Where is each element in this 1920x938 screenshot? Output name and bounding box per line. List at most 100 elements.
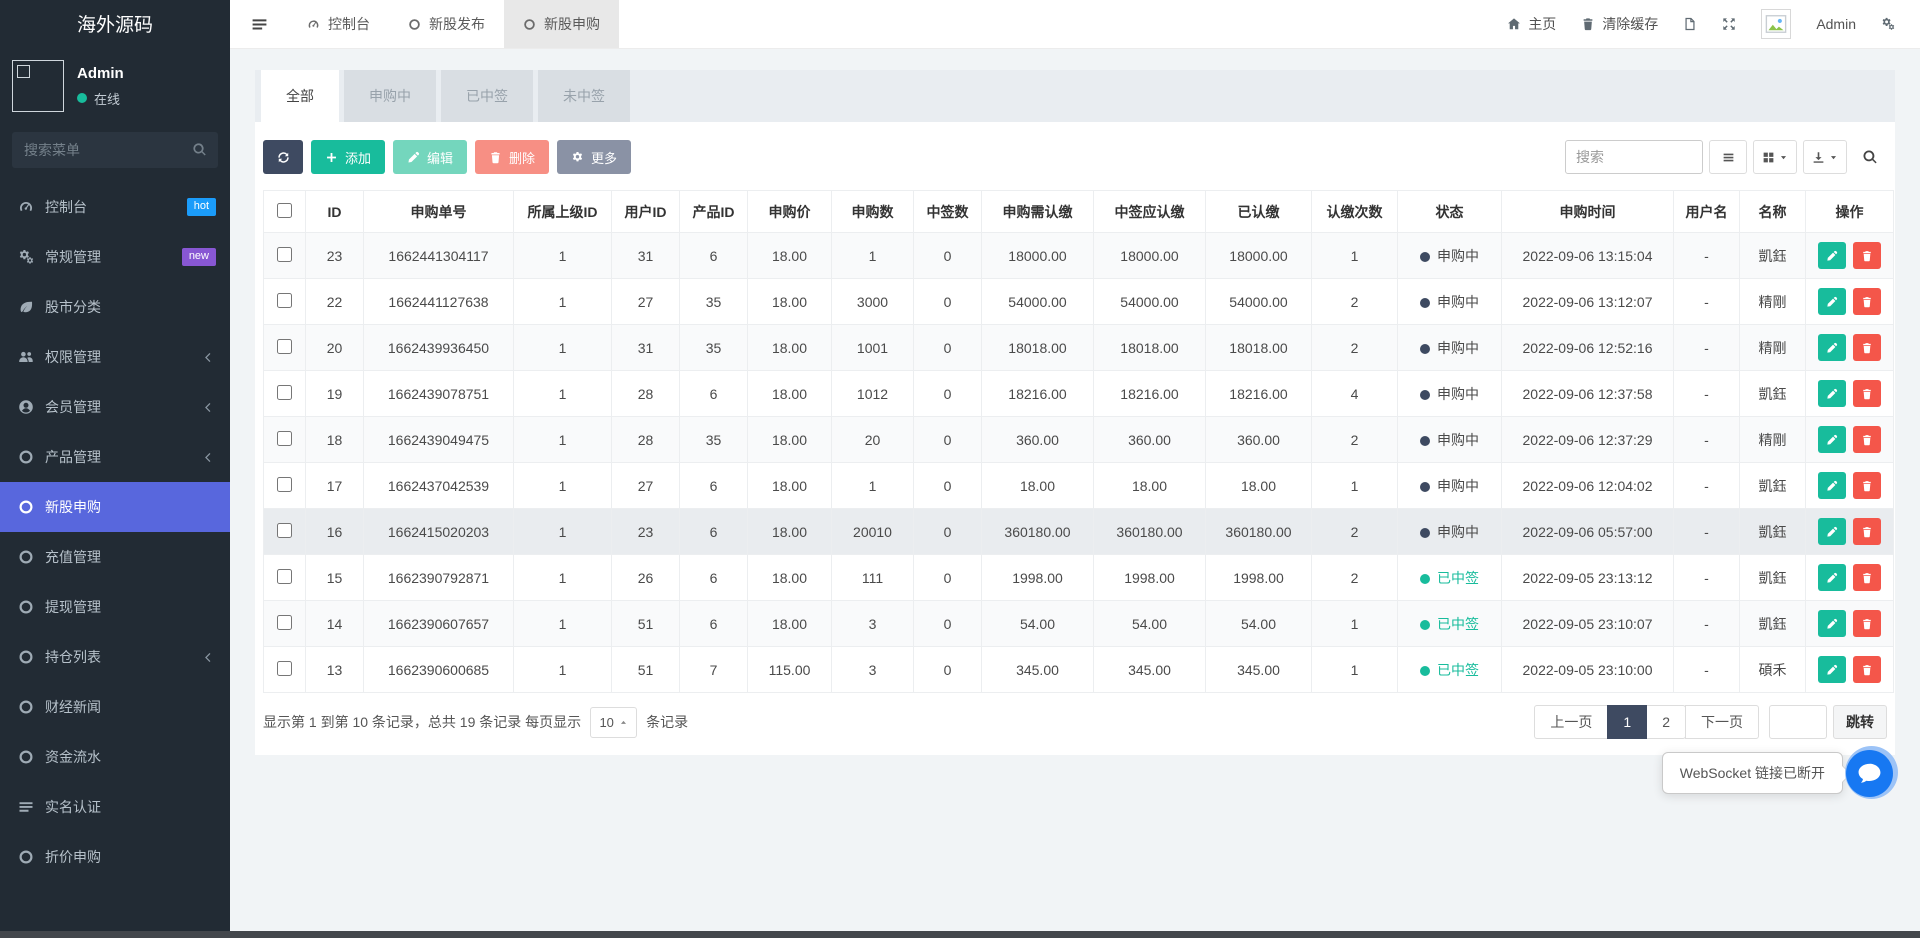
row-delete-button[interactable]: [1853, 380, 1881, 407]
table-row[interactable]: 20 1662439936450 1 31 35 18.00 1001 0 18…: [264, 325, 1894, 371]
column-header[interactable]: 中签应认缴: [1094, 191, 1206, 233]
row-checkbox[interactable]: [277, 293, 292, 308]
row-edit-button[interactable]: [1818, 564, 1846, 591]
row-checkbox[interactable]: [277, 477, 292, 492]
row-checkbox[interactable]: [277, 523, 292, 538]
table-search-input[interactable]: [1565, 140, 1703, 174]
row-delete-button[interactable]: [1853, 242, 1881, 269]
more-button[interactable]: 更多: [557, 140, 631, 174]
sidebar-item-finance-news[interactable]: 财经新闻: [0, 682, 230, 732]
row-edit-button[interactable]: [1818, 656, 1846, 683]
tab-console[interactable]: 控制台: [288, 0, 389, 48]
jump-button[interactable]: 跳转: [1833, 705, 1887, 739]
export-button[interactable]: [1803, 140, 1847, 174]
sidebar-item-position-list[interactable]: 持仓列表: [0, 632, 230, 682]
next-page-button[interactable]: 下一页: [1685, 705, 1759, 739]
row-delete-button[interactable]: [1853, 288, 1881, 315]
sidebar-item-withdraw[interactable]: 提现管理: [0, 582, 230, 632]
column-header[interactable]: ID: [306, 191, 364, 233]
sidebar-item-general[interactable]: 常规管理 new: [0, 232, 230, 282]
sidebar-item-discount-subscribe[interactable]: 折价申购: [0, 832, 230, 882]
menu-toggle-button[interactable]: [230, 0, 288, 48]
page-button[interactable]: 1: [1607, 705, 1647, 739]
add-button[interactable]: 添加: [311, 140, 385, 174]
column-header[interactable]: 用户ID: [612, 191, 680, 233]
list-view-button[interactable]: [1709, 140, 1747, 174]
row-checkbox[interactable]: [277, 431, 292, 446]
column-header[interactable]: 操作: [1806, 191, 1894, 233]
search-button[interactable]: [1853, 140, 1887, 174]
row-edit-button[interactable]: [1818, 426, 1846, 453]
row-edit-button[interactable]: [1818, 380, 1846, 407]
file-button[interactable]: [1683, 17, 1697, 31]
filter-tab-subscribing[interactable]: 申购中: [344, 70, 436, 122]
column-header[interactable]: 产品ID: [680, 191, 748, 233]
row-delete-button[interactable]: [1853, 472, 1881, 499]
column-header[interactable]: 申购单号: [364, 191, 514, 233]
topbar-username[interactable]: Admin: [1816, 16, 1856, 32]
column-header[interactable]: 状态: [1398, 191, 1502, 233]
sidebar-item-product[interactable]: 产品管理: [0, 432, 230, 482]
row-edit-button[interactable]: [1818, 242, 1846, 269]
fullscreen-button[interactable]: [1722, 17, 1736, 31]
sidebar-search-input[interactable]: [12, 132, 218, 168]
edit-button[interactable]: 编辑: [393, 140, 467, 174]
row-checkbox[interactable]: [277, 385, 292, 400]
jump-input[interactable]: [1769, 705, 1827, 739]
row-edit-button[interactable]: [1818, 288, 1846, 315]
row-checkbox[interactable]: [277, 569, 292, 584]
topbar-avatar[interactable]: [1761, 9, 1791, 39]
table-row[interactable]: 14 1662390607657 1 51 6 18.00 3 0 54.00 …: [264, 601, 1894, 647]
column-header[interactable]: 申购时间: [1502, 191, 1674, 233]
table-row[interactable]: 16 1662415020203 1 23 6 18.00 20010 0 36…: [264, 509, 1894, 555]
row-edit-button[interactable]: [1818, 518, 1846, 545]
table-row[interactable]: 13 1662390600685 1 51 7 115.00 3 0 345.0…: [264, 647, 1894, 693]
delete-button[interactable]: 删除: [475, 140, 549, 174]
select-all-checkbox[interactable]: [277, 203, 292, 218]
row-delete-button[interactable]: [1853, 656, 1881, 683]
sidebar-item-realname-auth[interactable]: 实名认证: [0, 782, 230, 832]
sidebar-item-permission[interactable]: 权限管理: [0, 332, 230, 382]
row-edit-button[interactable]: [1818, 334, 1846, 361]
row-delete-button[interactable]: [1853, 610, 1881, 637]
home-link[interactable]: 主页: [1507, 14, 1556, 34]
row-checkbox[interactable]: [277, 661, 292, 676]
column-header[interactable]: 已认缴: [1206, 191, 1312, 233]
refresh-button[interactable]: [263, 140, 303, 174]
row-checkbox[interactable]: [277, 339, 292, 354]
page-size-select[interactable]: 10: [590, 707, 637, 738]
column-header[interactable]: 申购价: [748, 191, 832, 233]
table-row[interactable]: 18 1662439049475 1 28 35 18.00 20 0 360.…: [264, 417, 1894, 463]
table-row[interactable]: 17 1662437042539 1 27 6 18.00 1 0 18.00 …: [264, 463, 1894, 509]
tab-new-stock-publish[interactable]: 新股发布: [389, 0, 504, 48]
sidebar-item-member[interactable]: 会员管理: [0, 382, 230, 432]
table-row[interactable]: 23 1662441304117 1 31 6 18.00 1 0 18000.…: [264, 233, 1894, 279]
row-delete-button[interactable]: [1853, 518, 1881, 545]
sidebar-item-fund-flow[interactable]: 资金流水: [0, 732, 230, 782]
table-row[interactable]: 19 1662439078751 1 28 6 18.00 1012 0 182…: [264, 371, 1894, 417]
prev-page-button[interactable]: 上一页: [1534, 705, 1608, 739]
column-header[interactable]: 认缴次数: [1312, 191, 1398, 233]
row-delete-button[interactable]: [1853, 426, 1881, 453]
row-edit-button[interactable]: [1818, 472, 1846, 499]
page-button[interactable]: 2: [1646, 705, 1686, 739]
table-row[interactable]: 15 1662390792871 1 26 6 18.00 111 0 1998…: [264, 555, 1894, 601]
table-row[interactable]: 22 1662441127638 1 27 35 18.00 3000 0 54…: [264, 279, 1894, 325]
column-header[interactable]: 名称: [1740, 191, 1806, 233]
sidebar-item-market-category[interactable]: 股市分类: [0, 282, 230, 332]
column-header[interactable]: 用户名: [1674, 191, 1740, 233]
chat-button[interactable]: [1845, 746, 1898, 799]
row-checkbox[interactable]: [277, 247, 292, 262]
filter-tab-won[interactable]: 已中签: [441, 70, 533, 122]
tab-new-stock-subscribe[interactable]: 新股申购: [504, 0, 619, 48]
row-delete-button[interactable]: [1853, 564, 1881, 591]
settings-button[interactable]: [1881, 17, 1895, 31]
column-header[interactable]: 申购数: [832, 191, 914, 233]
filter-tab-all[interactable]: 全部: [261, 70, 339, 122]
clear-cache-link[interactable]: 清除缓存: [1581, 14, 1658, 34]
sidebar-item-console[interactable]: 控制台 hot: [0, 182, 230, 232]
column-header[interactable]: 中签数: [914, 191, 982, 233]
column-header[interactable]: 申购需认缴: [982, 191, 1094, 233]
sidebar-item-recharge[interactable]: 充值管理: [0, 532, 230, 582]
sidebar-item-new-stock-subscribe[interactable]: 新股申购: [0, 482, 230, 532]
